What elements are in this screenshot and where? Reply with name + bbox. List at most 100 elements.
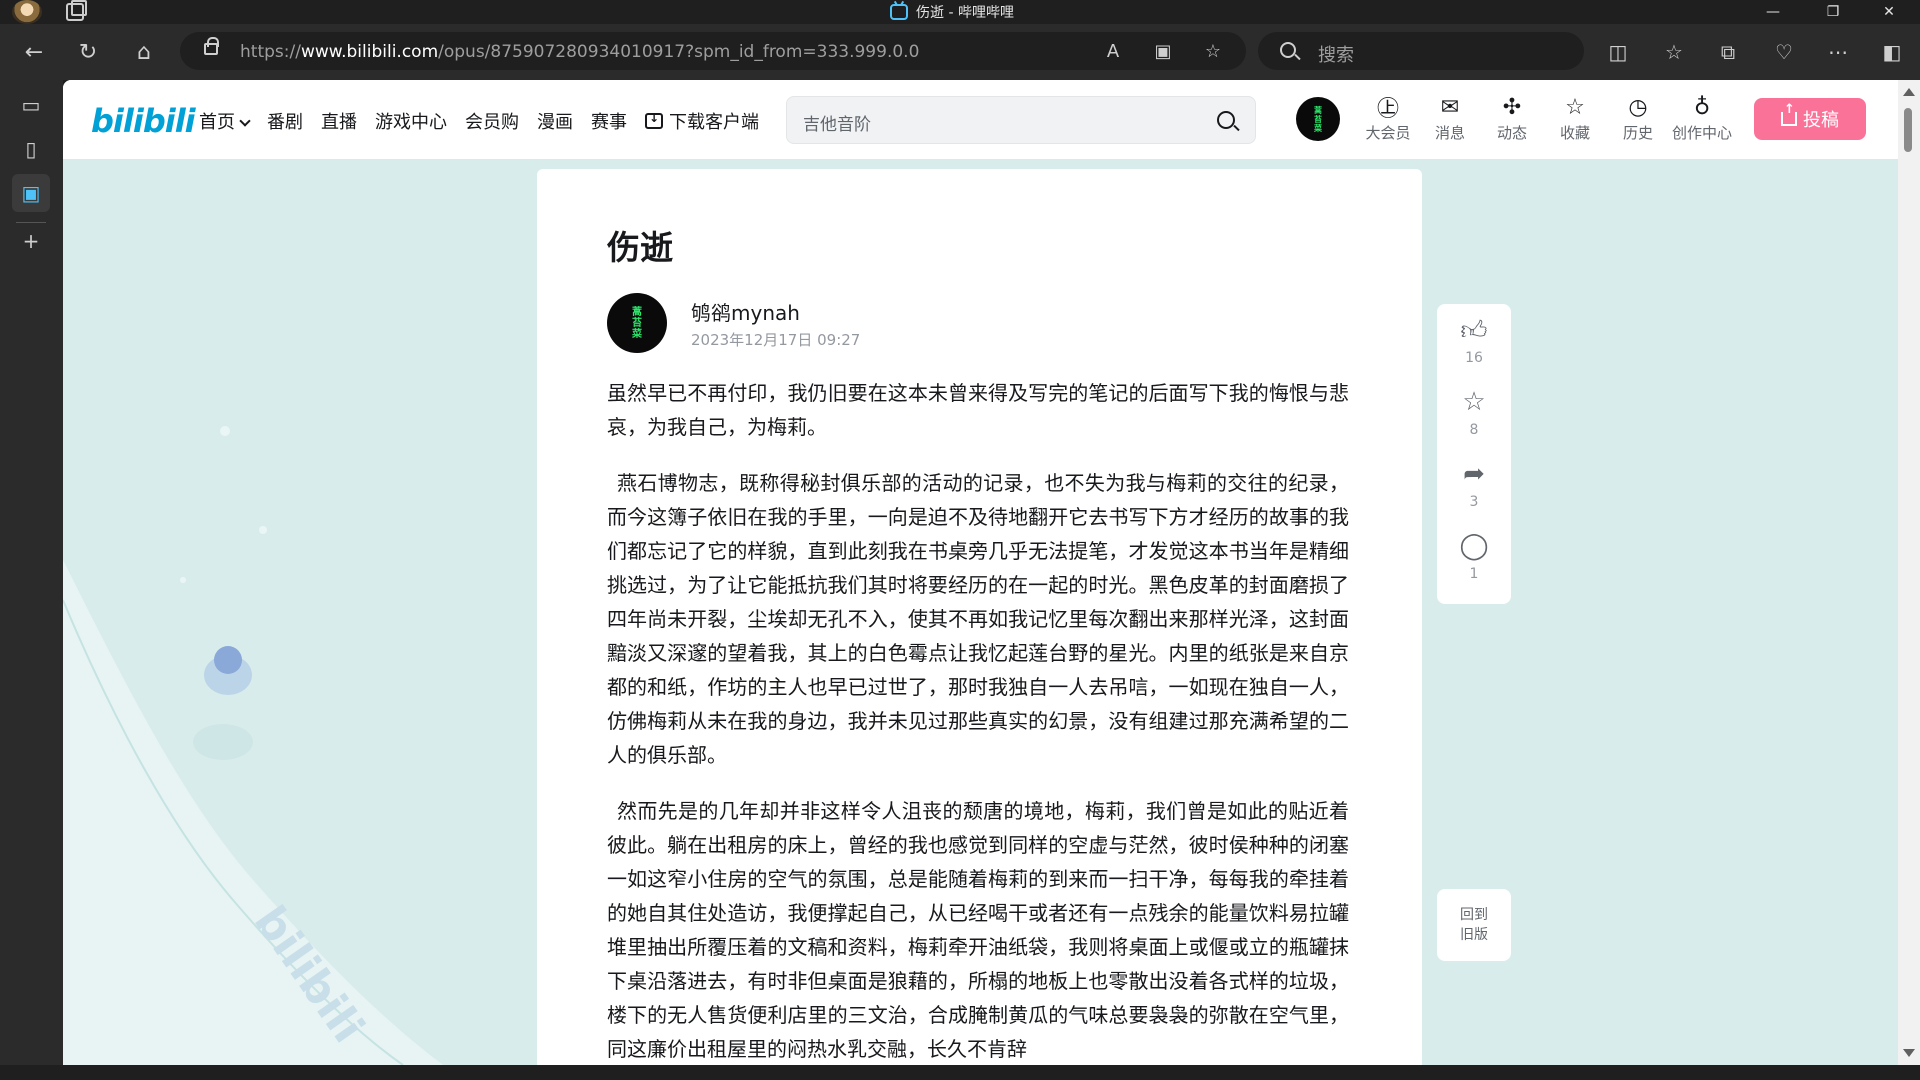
browser-search-placeholder: 搜索 <box>1318 45 1354 66</box>
bilibili-search-placeholder: 吉他音阶 <box>803 115 871 135</box>
mail-icon: ✉ <box>1440 94 1460 120</box>
tab-list-icon[interactable]: ▭ <box>12 86 50 124</box>
refresh-icon[interactable]: ↻ <box>72 36 104 68</box>
share-button[interactable]: ➦ 3 <box>1437 458 1511 528</box>
header-history-label: 历史 <box>1622 124 1653 142</box>
header-vip[interactable]: ㊤大会员 <box>1358 94 1418 150</box>
header-message[interactable]: ✉ 消息 <box>1420 94 1480 150</box>
close-button[interactable]: ✕ <box>1866 0 1912 24</box>
share-arrow-icon: ➦ <box>1463 459 1485 489</box>
nav-bangumi[interactable]: 番剧 <box>267 108 303 134</box>
article-paragraph: 然而先是的几年却并非这样令人沮丧的颓唐的境地，梅莉，我们曾是如此的贴近着彼此。躺… <box>607 799 1349 1061</box>
header-favorite[interactable]: ☆ 收藏 <box>1545 94 1605 150</box>
article-paragraph: 燕石博物志，既称得秘封俱乐部的活动的记录，也不失为我与梅莉的交往的纪录，而今这簿… <box>607 471 1349 767</box>
vip-icon: ㊤ <box>1376 97 1399 122</box>
window-title-text: 伤逝 - 哔哩哔哩 <box>916 5 1014 21</box>
lightbulb-icon: ♁ <box>1693 94 1711 120</box>
bilibili-tv-icon <box>890 4 908 20</box>
back-to-old-version-button[interactable]: 回到 旧版 <box>1437 889 1511 961</box>
add-tab-icon[interactable]: + <box>12 222 50 260</box>
thumbs-up-icon: 👍︎ <box>1460 315 1488 346</box>
lock-icon[interactable] <box>204 37 219 55</box>
article-body: 虽然早已不再付印，我仍旧要在这本未曾来得及写完的笔记的后面写下我的悔恨与悲哀，为… <box>607 376 1349 1065</box>
scroll-down-arrow-icon[interactable] <box>1903 1049 1915 1057</box>
upload-icon <box>1781 102 1797 126</box>
sidebar-toggle-icon[interactable]: ◧ <box>1876 36 1908 68</box>
bilibili-tab-icon[interactable]: ▣ <box>12 174 50 212</box>
browser-sidebar: ▭ ▯ ▣ + <box>0 80 63 1080</box>
scrollbar-thumb[interactable] <box>1904 108 1912 152</box>
page-tab-icon[interactable]: ▯ <box>12 130 50 168</box>
nav-manga[interactable]: 漫画 <box>537 108 573 134</box>
page-scrollbar[interactable] <box>1898 80 1920 1065</box>
upload-label: 投稿 <box>1803 110 1839 131</box>
clock-icon: ◷ <box>1628 94 1648 120</box>
search-icon[interactable] <box>1217 111 1235 129</box>
like-count: 16 <box>1465 350 1483 366</box>
nav-live[interactable]: 直播 <box>321 108 357 134</box>
nav-vip-shop[interactable]: 会员购 <box>465 108 519 134</box>
bilibili-search-input[interactable]: 吉他音阶 <box>786 96 1256 144</box>
article-action-panel: 👍︎ 16 ☆ 8 ➦ 3 ◯ 1 <box>1437 304 1511 604</box>
pinwheel-icon: ✣ <box>1502 94 1522 120</box>
nav-download-label: 下载客户端 <box>669 112 759 133</box>
like-button[interactable]: 👍︎ 16 <box>1437 314 1511 384</box>
scroll-up-arrow-icon[interactable] <box>1903 88 1915 96</box>
header-dynamic[interactable]: ✣ 动态 <box>1482 94 1542 150</box>
read-aloud-icon[interactable]: A <box>1102 40 1124 62</box>
comment-button[interactable]: ◯ 1 <box>1437 530 1511 600</box>
home-icon[interactable]: ⌂ <box>128 36 160 68</box>
chevron-down-icon <box>239 115 251 127</box>
immersive-reader-icon[interactable]: ▣ <box>1152 40 1174 62</box>
minimize-button[interactable]: — <box>1750 0 1796 24</box>
nav-game-center[interactable]: 游戏中心 <box>375 108 447 134</box>
window-title: 伤逝 - 哔哩哔哩 <box>890 2 1014 22</box>
upload-button[interactable]: 投稿 <box>1754 98 1866 140</box>
favorite-count: 8 <box>1469 422 1479 438</box>
article-paragraph: 虽然早已不再付印，我仍旧要在这本未曾来得及写完的笔记的后面写下我的悔恨与悲哀，为… <box>607 381 1349 439</box>
nav-home[interactable]: 首页 <box>199 108 251 134</box>
header-creator-label: 创作中心 <box>1672 124 1733 142</box>
favorite-button[interactable]: ☆ 8 <box>1437 386 1511 456</box>
window-bottom-edge <box>0 1065 1920 1080</box>
page-viewport: bilibili bilibili 首页 番剧 直播 游戏中心 会员购 漫画 赛… <box>63 80 1898 1065</box>
back-arrow-icon[interactable]: ← <box>18 36 50 68</box>
author-avatar[interactable]: 蒿苔菜 <box>607 293 667 353</box>
favorites-icon[interactable]: ☆ <box>1658 36 1690 68</box>
star-icon: ☆ <box>1462 387 1486 417</box>
user-avatar[interactable]: 蒿苔菜 <box>1296 97 1340 141</box>
browser-essentials-icon[interactable]: ♡ <box>1768 36 1800 68</box>
header-history[interactable]: ◷ 历史 <box>1608 94 1668 150</box>
address-bar[interactable]: https://www.bilibili.com/opus/8759072809… <box>180 32 1246 70</box>
nav-home-label: 首页 <box>199 112 235 133</box>
restore-button[interactable]: ❐ <box>1810 0 1856 24</box>
bilibili-top-nav: 首页 番剧 直播 游戏中心 会员购 漫画 赛事 下载客户端 <box>199 108 759 134</box>
download-icon <box>645 111 663 129</box>
background-illustration: bilibili <box>63 426 443 1065</box>
bilibili-header: bilibili 首页 番剧 直播 游戏中心 会员购 漫画 赛事 下载客户端 吉… <box>63 80 1898 160</box>
share-count: 3 <box>1469 494 1479 510</box>
browser-search-box[interactable]: 搜索 <box>1258 32 1584 70</box>
header-dynamic-label: 动态 <box>1496 124 1527 142</box>
url-text[interactable]: https://www.bilibili.com/opus/8759072809… <box>240 42 919 62</box>
more-options-icon[interactable]: ⋯ <box>1822 36 1854 68</box>
article-title: 伤逝 <box>607 228 673 267</box>
header-creator-center[interactable]: ♁ 创作中心 <box>1672 94 1732 150</box>
favorite-star-icon[interactable]: ☆ <box>1202 40 1224 62</box>
nav-match[interactable]: 赛事 <box>591 108 627 134</box>
split-screen-icon[interactable]: ◫ <box>1602 36 1634 68</box>
nav-download-client[interactable]: 下载客户端 <box>645 108 759 134</box>
url-host: www.bilibili.com <box>300 42 439 62</box>
tab-actions-icon[interactable] <box>66 0 87 21</box>
publish-date: 2023年12月17日 09:27 <box>691 331 861 349</box>
author-name[interactable]: 鸲鹆mynah <box>691 297 800 326</box>
bilibili-logo[interactable]: bilibili <box>91 102 196 140</box>
profile-avatar[interactable] <box>12 0 42 24</box>
collections-icon[interactable]: ⧉ <box>1712 36 1744 68</box>
search-icon <box>1280 42 1296 58</box>
header-favorite-label: 收藏 <box>1559 124 1590 142</box>
window-titlebar: 伤逝 - 哔哩哔哩 — ❐ ✕ <box>0 0 1920 24</box>
comment-bubble-icon: ◯ <box>1459 531 1489 561</box>
header-message-label: 消息 <box>1434 124 1465 142</box>
comment-count: 1 <box>1469 566 1479 582</box>
